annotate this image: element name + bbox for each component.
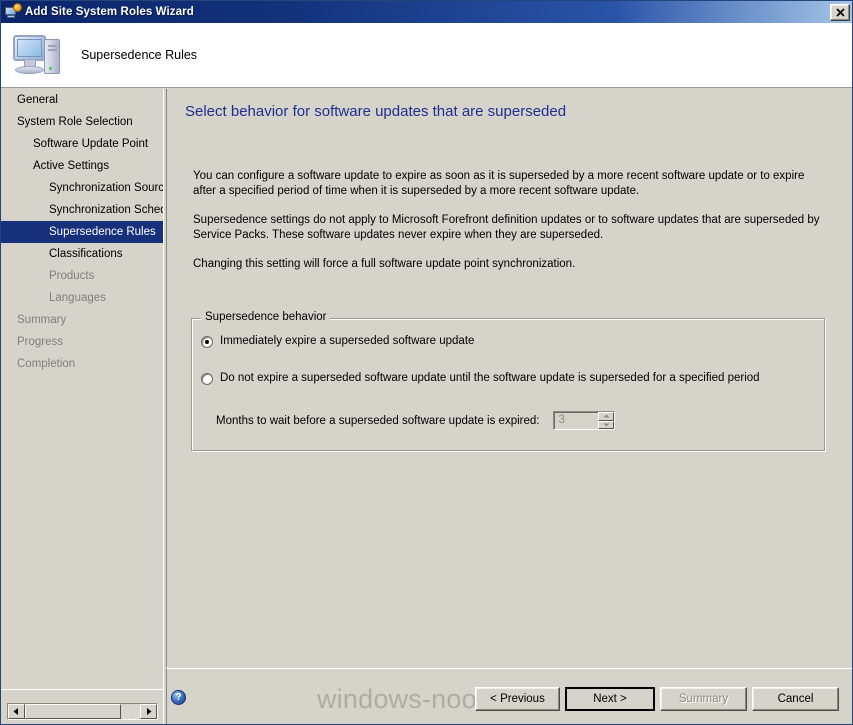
page-title: Select behavior for software updates tha… — [185, 103, 567, 120]
previous-button[interactable]: < Previous — [475, 687, 560, 711]
supersedence-behavior-group: Supersedence behavior Immediately expire… — [191, 311, 825, 451]
months-to-wait-stepper[interactable]: 3 — [553, 411, 616, 430]
wizard-header: Supersedence Rules — [1, 23, 852, 88]
chevron-down-icon — [603, 423, 610, 427]
close-icon — [835, 7, 845, 17]
description-paragraph-1: You can configure a software update to e… — [193, 170, 805, 197]
server-gear-icon — [5, 3, 22, 20]
scroll-left-button[interactable] — [8, 704, 25, 719]
sidebar-item-active-settings[interactable]: Active Settings — [1, 155, 163, 177]
sidebar-item-languages[interactable]: Languages — [1, 287, 163, 309]
radio-do-not-expire[interactable]: Do not expire a superseded software upda… — [201, 372, 760, 385]
radio-immediately-expire[interactable]: Immediately expire a superseded software… — [201, 335, 474, 348]
wizard-step-nav: General System Role Selection Software U… — [1, 89, 164, 689]
sidebar-item-synchronization-source[interactable]: Synchronization Source — [1, 177, 163, 199]
summary-button[interactable]: Summary — [660, 687, 747, 711]
description-paragraph-2: Supersedence settings do not apply to Mi… — [193, 214, 820, 241]
stepper-buttons — [598, 412, 615, 429]
chevron-left-icon — [13, 708, 18, 715]
wizard-button-bar: ? windows-noob.com < Previous Next > Sum… — [166, 668, 852, 724]
next-button[interactable]: Next > — [565, 687, 655, 711]
months-to-wait-label: Months to wait before a superseded softw… — [216, 414, 540, 427]
stepper-up-button[interactable] — [598, 412, 615, 421]
wizard-content-panel: Select behavior for software updates tha… — [166, 89, 852, 667]
sidebar-item-system-role-selection[interactable]: System Role Selection — [1, 111, 163, 133]
radio-do-not-expire-label: Do not expire a superseded software upda… — [220, 372, 760, 384]
chevron-right-icon — [147, 708, 152, 715]
sidebar-item-synchronization-schedule[interactable]: Synchronization Schedule — [1, 199, 163, 221]
radio-immediately-expire-label: Immediately expire a superseded software… — [220, 335, 475, 347]
description-text: You can configure a software update to e… — [193, 169, 825, 272]
wizard-window: Add Site System Roles Wizard Supersedenc… — [0, 0, 853, 725]
sidebar-item-software-update-point[interactable]: Software Update Point — [1, 133, 163, 155]
cancel-button[interactable]: Cancel — [752, 687, 839, 711]
description-paragraph-3: Changing this setting will force a full … — [193, 258, 576, 270]
header-title: Supersedence Rules — [81, 48, 198, 62]
scrollbar-thumb[interactable] — [25, 704, 121, 719]
radio-button-icon-unselected — [201, 373, 213, 385]
sidebar-horizontal-scrollbar[interactable] — [7, 703, 158, 720]
window-title: Add Site System Roles Wizard — [25, 6, 194, 18]
close-button[interactable] — [830, 3, 850, 21]
computer-icon — [13, 31, 69, 79]
months-to-wait-row: Months to wait before a superseded softw… — [216, 411, 616, 430]
scroll-right-button[interactable] — [140, 704, 157, 719]
groupbox-legend: Supersedence behavior — [201, 311, 331, 323]
help-icon[interactable]: ? — [171, 690, 186, 705]
months-to-wait-input[interactable]: 3 — [554, 412, 598, 429]
sidebar-item-classifications[interactable]: Classifications — [1, 243, 163, 265]
stepper-down-button[interactable] — [598, 420, 615, 429]
sidebar-item-general[interactable]: General — [1, 89, 163, 111]
sidebar-item-summary[interactable]: Summary — [1, 309, 163, 331]
sidebar-item-products[interactable]: Products — [1, 265, 163, 287]
chevron-up-icon — [603, 414, 610, 418]
sidebar-item-progress[interactable]: Progress — [1, 331, 163, 353]
sidebar-item-completion[interactable]: Completion — [1, 353, 163, 375]
title-bar: Add Site System Roles Wizard — [1, 1, 852, 23]
sidebar-item-supersedence-rules[interactable]: Supersedence Rules — [1, 221, 163, 243]
radio-button-icon-selected — [201, 336, 213, 348]
scrollbar-track[interactable] — [121, 704, 140, 719]
